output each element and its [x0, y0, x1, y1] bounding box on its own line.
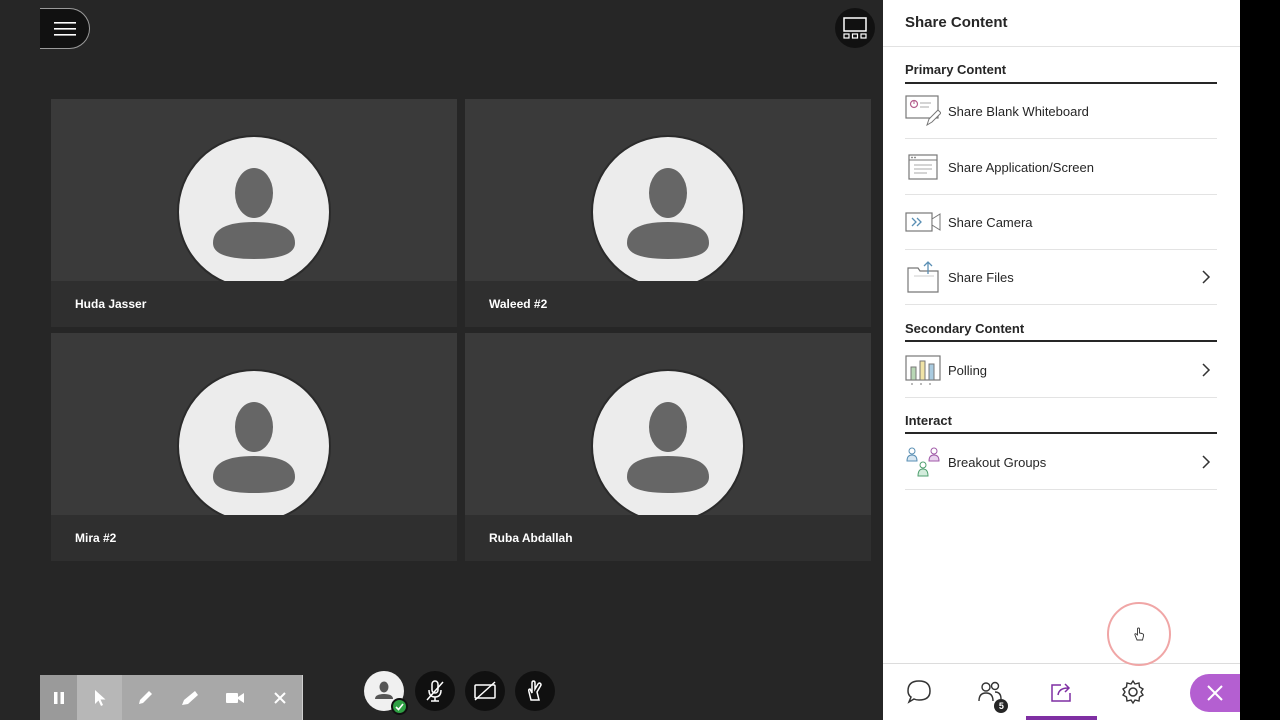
item-label: Breakout Groups	[948, 454, 1047, 470]
participant-tile[interactable]: Waleed #2	[465, 99, 871, 327]
breakout-groups-item[interactable]: Breakout Groups	[905, 435, 1217, 490]
camera-share-icon	[905, 204, 941, 240]
recording-toolbar	[40, 675, 303, 720]
window-edge	[1240, 0, 1280, 720]
pointer-icon	[94, 689, 105, 706]
person-icon	[213, 168, 295, 259]
person-icon	[627, 168, 709, 259]
item-label: Share Camera	[948, 214, 1033, 230]
panel-title: Share Content	[905, 14, 1008, 31]
highlighter-icon	[181, 690, 198, 705]
share-whiteboard-item[interactable]: Share Blank Whiteboard	[905, 84, 1217, 139]
participant-tile[interactable]: Ruba Abdallah	[465, 333, 871, 561]
microphone-off-icon	[426, 680, 444, 702]
tab-settings[interactable]	[1097, 664, 1168, 720]
pen-icon	[138, 690, 152, 704]
share-camera-item[interactable]: Share Camera	[905, 195, 1217, 250]
main-menu-button[interactable]	[40, 8, 90, 49]
participant-name: Ruba Abdallah	[489, 531, 573, 545]
tab-share-content[interactable]	[1025, 664, 1098, 720]
tab-chat[interactable]	[883, 664, 954, 720]
person-icon	[627, 402, 709, 493]
files-icon	[905, 259, 941, 295]
whiteboard-icon	[905, 93, 941, 129]
breakout-groups-icon	[905, 444, 941, 480]
pause-button[interactable]	[40, 675, 77, 720]
video-camera-icon	[225, 692, 244, 703]
chevron-right-icon	[1199, 362, 1213, 378]
pen-tool-button[interactable]	[122, 675, 167, 720]
gear-icon	[1121, 679, 1144, 705]
item-label: Share Files	[948, 269, 1014, 285]
avatar	[591, 135, 745, 289]
gallery-layout-icon	[843, 17, 867, 39]
attendees-count-badge: 5	[994, 699, 1009, 713]
item-label: Share Application/Screen	[948, 159, 1094, 175]
share-icon	[1050, 683, 1071, 702]
share-application-item[interactable]: Share Application/Screen	[905, 140, 1217, 195]
hand-cursor-icon	[1134, 627, 1145, 641]
camera-off-icon	[474, 681, 496, 701]
checkmark-icon	[391, 698, 408, 715]
video-stage: Huda Jasser Waleed #2 Mira #2 Ruba Abdal…	[0, 0, 883, 720]
highlighter-tool-button[interactable]	[167, 675, 212, 720]
microphone-button[interactable]	[415, 671, 455, 711]
panel-tab-bar: 5	[883, 663, 1241, 720]
chevron-right-icon	[1199, 269, 1213, 285]
avatar	[177, 369, 331, 523]
hamburger-icon	[53, 21, 76, 36]
chevron-right-icon	[1199, 454, 1213, 470]
camera-button[interactable]	[465, 671, 505, 711]
participant-tile[interactable]: Mira #2	[51, 333, 457, 561]
raise-hand-button[interactable]	[515, 671, 555, 711]
participant-name: Mira #2	[75, 531, 117, 545]
section-heading: Interact	[905, 413, 952, 428]
camera-tool-button[interactable]	[212, 675, 257, 720]
avatar	[591, 369, 745, 523]
close-panel-button[interactable]	[1190, 674, 1241, 712]
share-content-panel: Share Content Primary Content Share Blan…	[883, 0, 1241, 720]
my-status-button[interactable]	[364, 671, 408, 715]
tab-attendees[interactable]: 5	[954, 664, 1025, 720]
layout-toggle-button[interactable]	[835, 8, 875, 48]
share-files-item[interactable]: Share Files	[905, 250, 1217, 305]
chat-icon	[906, 680, 931, 704]
close-icon	[273, 691, 286, 704]
polling-icon	[905, 352, 941, 388]
pause-icon	[53, 691, 64, 704]
application-screen-icon	[905, 149, 941, 185]
tab-close-slot	[1169, 664, 1241, 720]
section-heading: Secondary Content	[905, 321, 1025, 336]
close-toolbar-button[interactable]	[257, 675, 302, 720]
person-icon	[213, 402, 295, 493]
section-heading: Primary Content	[905, 62, 1007, 77]
close-icon	[1207, 685, 1223, 701]
pointer-tool-button[interactable]	[77, 675, 122, 720]
participant-tile[interactable]: Huda Jasser	[51, 99, 457, 327]
participant-name: Waleed #2	[489, 297, 548, 311]
item-label: Polling	[948, 362, 988, 378]
click-indicator	[1107, 602, 1171, 666]
avatar	[177, 135, 331, 289]
item-label: Share Blank Whiteboard	[948, 103, 1089, 119]
polling-item[interactable]: Polling	[905, 343, 1217, 398]
participant-name: Huda Jasser	[75, 297, 147, 311]
raise-hand-icon	[527, 680, 542, 701]
